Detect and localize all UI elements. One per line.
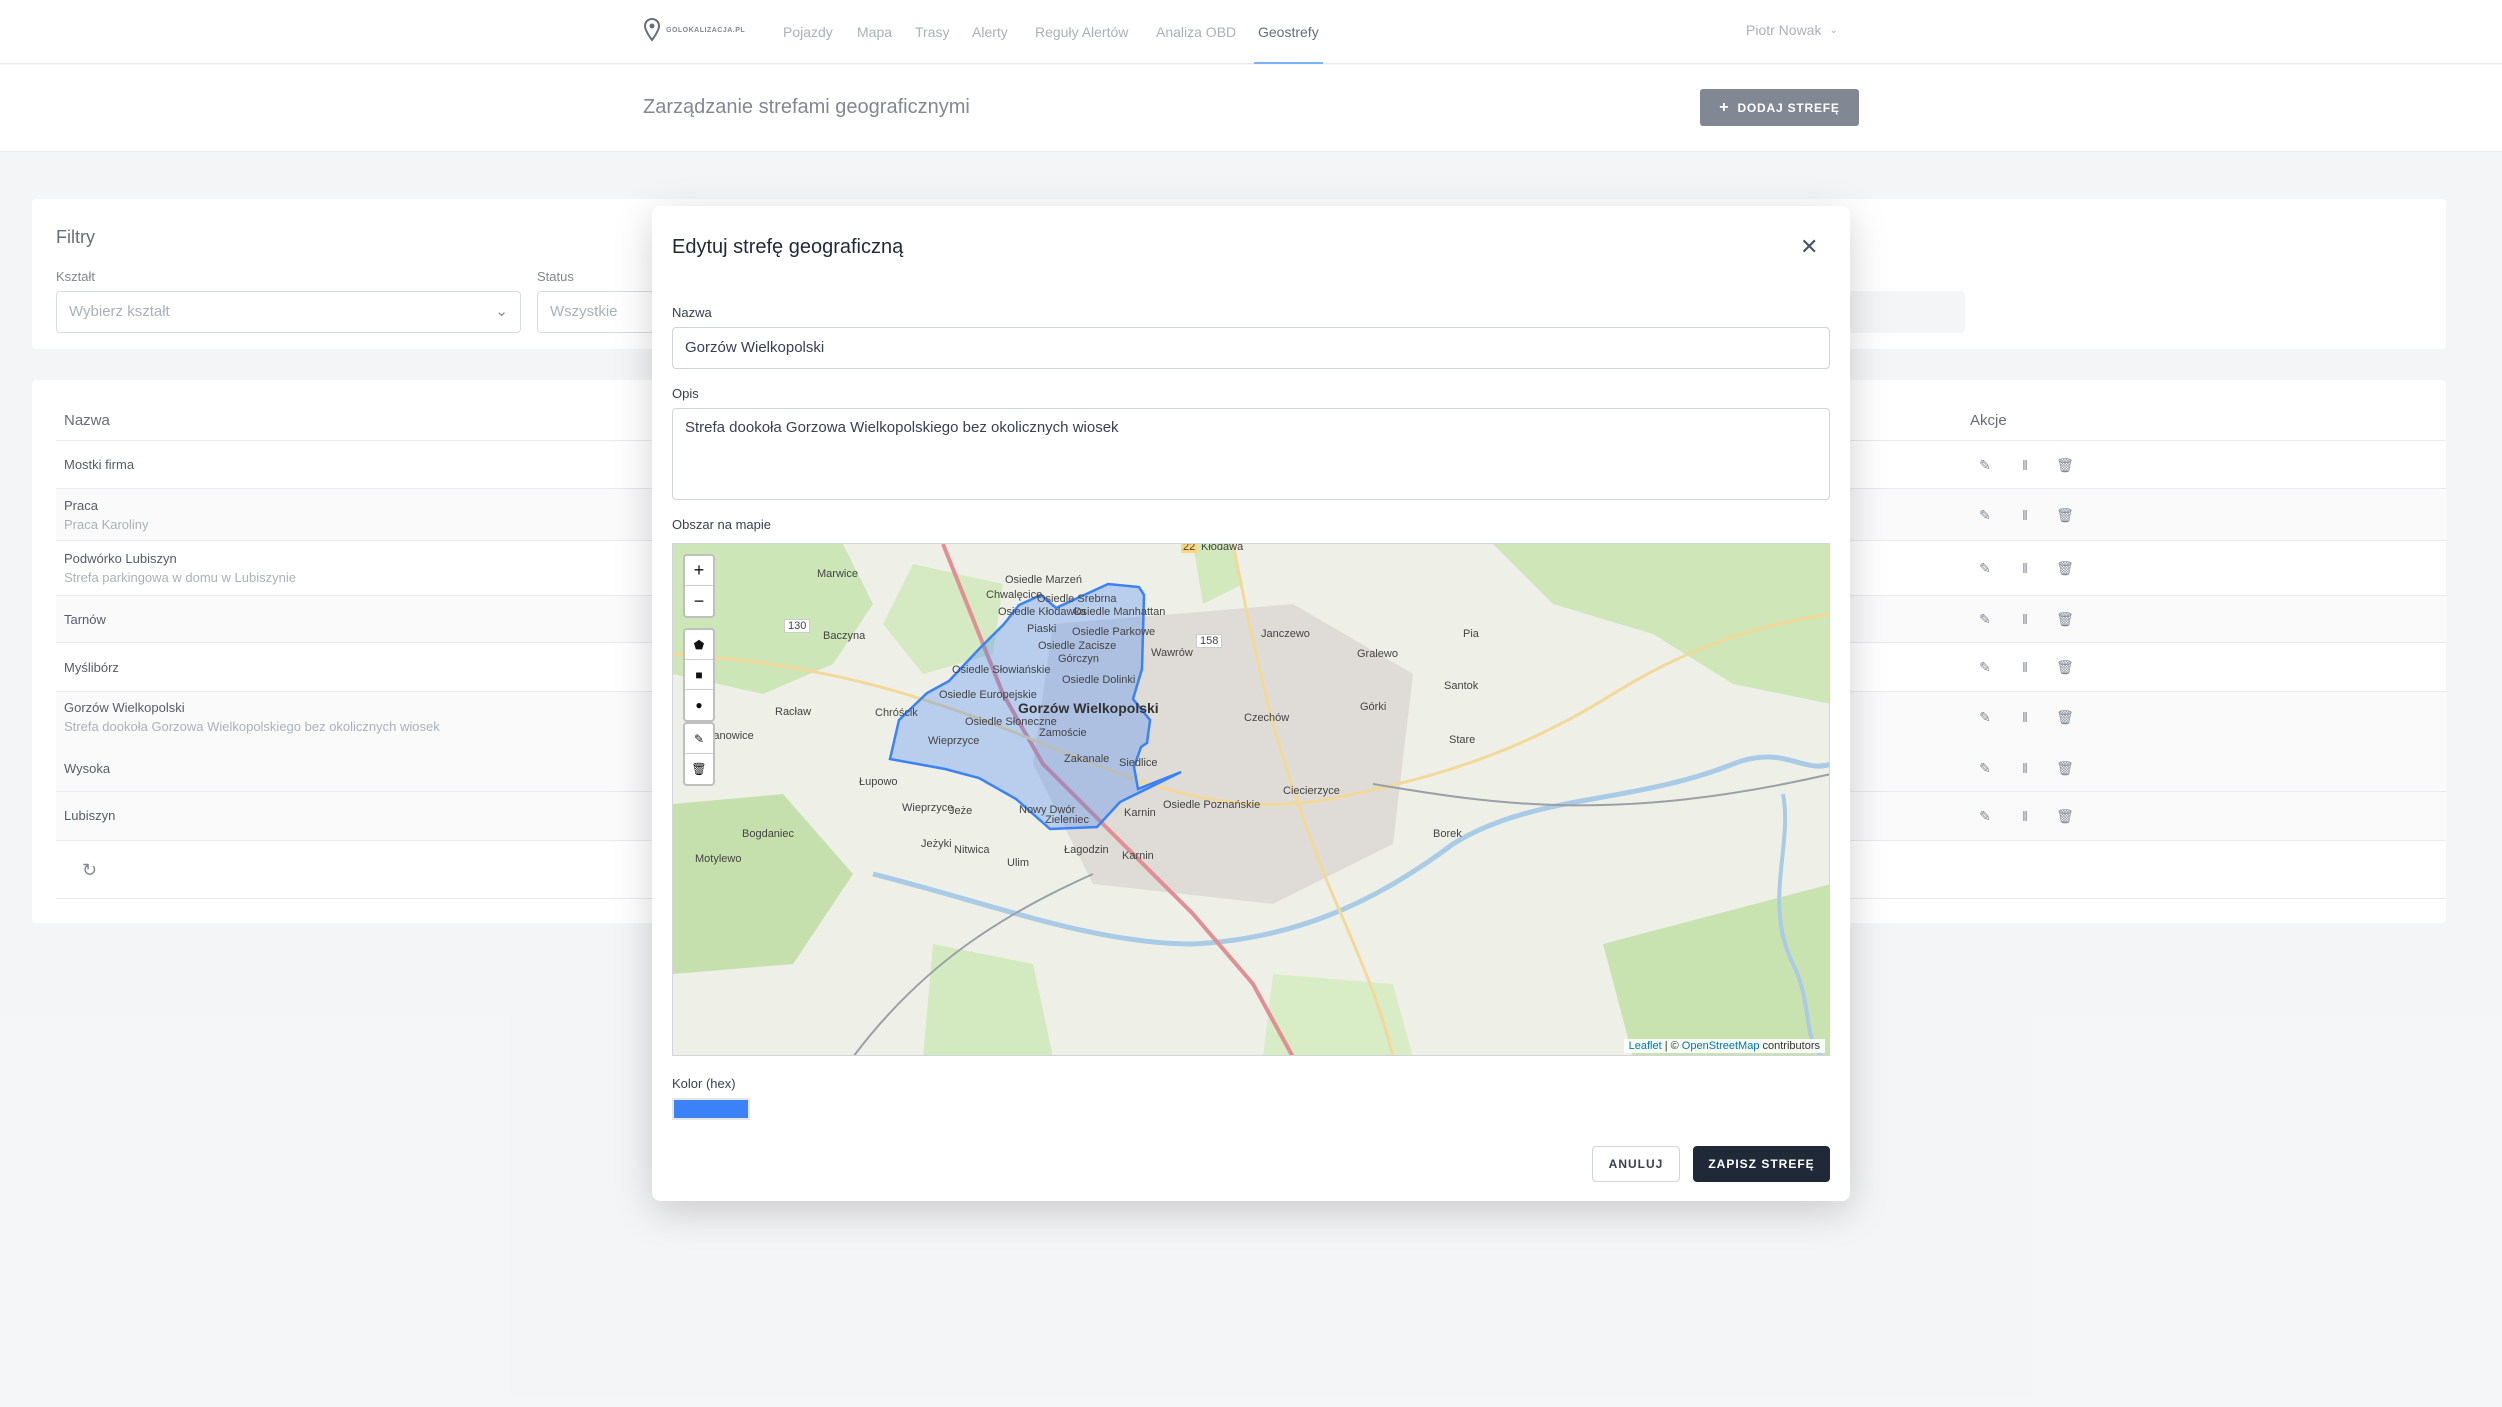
map-label: Łupowo — [859, 776, 898, 788]
zoom-control: + − — [683, 554, 715, 618]
road-number: 158 — [1196, 634, 1223, 648]
description-label: Opis — [672, 386, 699, 401]
map-label: Borek — [1433, 828, 1462, 840]
map-area-label: Obszar na mapie — [672, 517, 771, 532]
map-label: Pia — [1463, 628, 1479, 640]
map-label: Osiedle Poznańskie — [1163, 799, 1261, 811]
map-label: Osiedle Parkowe — [1072, 626, 1156, 638]
map-label: Osiedle Srebrna — [1037, 593, 1117, 605]
map-label: Jeże — [949, 805, 973, 817]
map-label: Wieprzyce — [902, 802, 954, 814]
map-label: Janczewo — [1261, 628, 1310, 640]
map-label: Kłodawa — [1201, 543, 1244, 553]
map-label: Wawrów — [1151, 647, 1193, 659]
map-attribution: Leaflet | © OpenStreetMap contributors — [1623, 1039, 1825, 1053]
map-label: Motylewo — [695, 853, 742, 865]
edit-zone-modal: Edytuj strefę geograficzną ✕ Nazwa Gorzó… — [652, 206, 1850, 1201]
map-label: Chwalęcice — [986, 589, 1043, 601]
zoom-out-icon[interactable]: − — [685, 586, 713, 616]
map-label: Ulim — [1007, 857, 1029, 869]
name-label: Nazwa — [672, 305, 712, 320]
color-picker[interactable] — [672, 1098, 750, 1120]
map-label: Chróścik — [875, 707, 918, 719]
map-label: Racław — [775, 706, 812, 718]
leaflet-link[interactable]: Leaflet — [1629, 1040, 1662, 1052]
map-label: Ciecierzyce — [1283, 785, 1340, 797]
map-label: Karnin — [1122, 850, 1154, 862]
description-textarea[interactable]: Strefa dookoła Gorzowa Wielkopolskiego b… — [672, 408, 1830, 500]
map-label: Karnin — [1124, 807, 1156, 819]
edit-toolbar: ✎ 🗑 — [683, 722, 715, 786]
map-label: Górki — [1360, 701, 1387, 713]
map-label: Osiedle Zacisze — [1038, 640, 1117, 652]
road-number: 130 — [784, 619, 811, 633]
map-label: Nitwica — [954, 844, 990, 856]
map-label: Santok — [1444, 680, 1479, 692]
cancel-button[interactable]: ANULUJ — [1592, 1146, 1680, 1182]
zone-map[interactable]: Kłodawa Marwice Osiedle Marzeń Chwalęcic… — [672, 543, 1830, 1056]
map-label: Czechów — [1244, 712, 1290, 724]
map-label: Bogdaniec — [742, 828, 794, 840]
name-input[interactable]: Gorzów Wielkopolski — [672, 327, 1830, 369]
map-label-city: Gorzów Wielkopolski — [1018, 700, 1159, 716]
osm-link[interactable]: OpenStreetMap — [1682, 1040, 1760, 1052]
color-label: Kolor (hex) — [672, 1076, 736, 1091]
map-label: Osiedle Marzeń — [1005, 574, 1083, 586]
map-label: Osiedle Słowiańskie — [952, 664, 1051, 676]
map-label: Osiedle Manhattan — [1073, 606, 1166, 618]
save-zone-button[interactable]: ZAPISZ STREFĘ — [1693, 1146, 1830, 1182]
map-label: Zieleniec — [1045, 814, 1090, 826]
map-label: Gralewo — [1357, 648, 1398, 660]
map-label: Stare — [1449, 734, 1476, 746]
map-label: Zamoście — [1039, 727, 1087, 739]
close-icon[interactable]: ✕ — [1800, 234, 1818, 260]
map-label: Wieprzyce — [928, 735, 980, 747]
road-number: 22 — [1181, 543, 1198, 553]
map-label: Górczyn — [1058, 653, 1099, 665]
map-label: Zakanale — [1064, 753, 1110, 765]
polygon-draw-icon[interactable]: ⬟ — [685, 630, 713, 660]
modal-title: Edytuj strefę geograficzną — [672, 236, 904, 258]
map-label: Siedlice — [1119, 757, 1158, 769]
map-label: Łagodzin — [1064, 844, 1109, 856]
map-label: Piaski — [1027, 623, 1057, 635]
map-label: Marwice — [817, 568, 858, 580]
zoom-in-icon[interactable]: + — [685, 556, 713, 586]
draw-toolbar: ⬟ ■ ● — [683, 628, 715, 722]
rectangle-draw-icon[interactable]: ■ — [685, 660, 713, 690]
map-label: Jeżyki — [921, 838, 952, 850]
circle-draw-icon[interactable]: ● — [685, 690, 713, 720]
edit-layers-icon[interactable]: ✎ — [685, 724, 713, 754]
delete-layers-icon[interactable]: 🗑 — [685, 754, 713, 784]
map-label: Osiedle Dolinki — [1062, 674, 1136, 686]
map-label: Baczyna — [823, 630, 866, 642]
